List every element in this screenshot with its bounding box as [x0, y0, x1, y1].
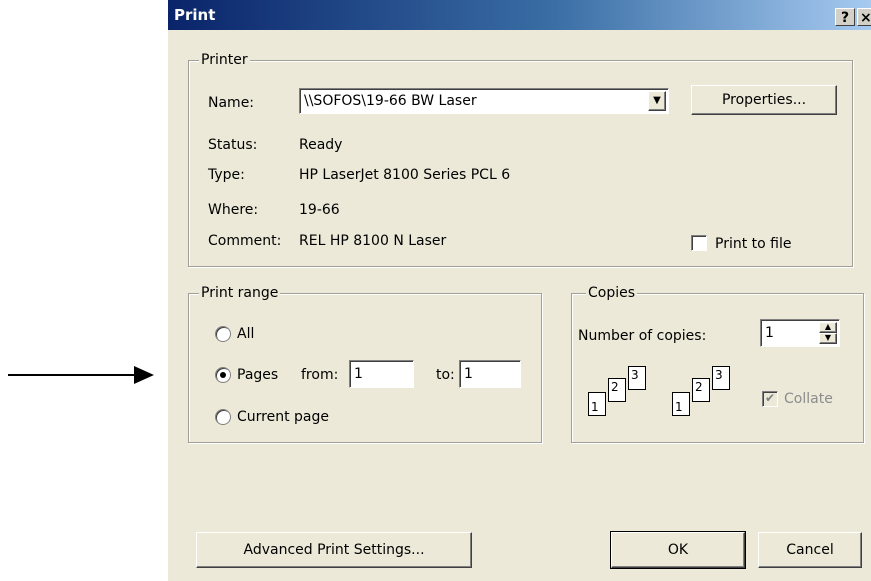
title-bar[interactable]: Print ? ×	[168, 0, 871, 30]
print-dialog: Print ? × Printer Name: \\SOFOS\19-66 BW…	[168, 0, 871, 581]
copies-group: Copies Number of copies: 1 ▲ ▼ 3 2 1 3 2…	[571, 285, 864, 443]
page-icon: 3	[712, 366, 730, 390]
printer-name-value: \\SOFOS\19-66 BW Laser	[304, 93, 477, 109]
current-page-radio[interactable]	[215, 409, 231, 425]
type-value: HP LaserJet 8100 Series PCL 6	[299, 167, 511, 183]
collate-label[interactable]: Collate	[784, 390, 833, 408]
status-label: Status:	[208, 137, 258, 153]
pages-radio[interactable]	[215, 367, 231, 383]
page-icon: 1	[672, 392, 690, 416]
page-icon: 1	[588, 392, 606, 416]
print-range-legend: Print range	[199, 285, 281, 301]
to-label: to:	[436, 367, 455, 383]
status-value: Ready	[299, 137, 343, 153]
copies-legend: Copies	[586, 285, 638, 301]
chevron-up-icon: ▲	[824, 322, 832, 331]
collate-stack-icon: 3 2 1	[670, 366, 740, 426]
printer-group: Printer Name: \\SOFOS\19-66 BW Laser ▼ P…	[188, 52, 853, 267]
printer-legend: Printer	[199, 52, 250, 68]
number-of-copies-label: Number of copies:	[578, 328, 707, 344]
printer-name-label: Name:	[208, 95, 255, 111]
printer-name-select[interactable]: \\SOFOS\19-66 BW Laser ▼	[299, 88, 669, 114]
where-value: 19-66	[299, 202, 340, 218]
annotation-arrow-head	[134, 366, 154, 384]
current-page-label[interactable]: Current page	[237, 408, 329, 426]
cancel-button[interactable]: Cancel	[758, 532, 862, 568]
print-range-group: Print range All Pages from: 1 to: 1 Curr…	[188, 285, 542, 443]
copies-down-button[interactable]: ▼	[819, 333, 837, 344]
collate-stack-icon: 3 2 1	[586, 366, 656, 426]
advanced-print-settings-button[interactable]: Advanced Print Settings...	[196, 532, 472, 568]
annotation-arrow-line	[8, 374, 136, 376]
to-input[interactable]: 1	[459, 360, 521, 388]
chevron-down-icon: ▼	[653, 95, 661, 106]
all-radio[interactable]	[215, 326, 231, 342]
window-title: Print	[174, 6, 216, 24]
print-to-file-checkbox[interactable]	[691, 235, 707, 251]
where-label: Where:	[208, 202, 259, 218]
type-label: Type:	[208, 167, 245, 183]
print-to-file-label[interactable]: Print to file	[715, 235, 791, 253]
close-button[interactable]: ×	[857, 8, 871, 26]
page-icon: 2	[692, 378, 710, 402]
copies-up-button[interactable]: ▲	[819, 322, 837, 333]
ok-button[interactable]: OK	[610, 531, 746, 569]
comment-value: REL HP 8100 N Laser	[299, 233, 447, 249]
from-input[interactable]: 1	[349, 360, 414, 388]
printer-dropdown-button[interactable]: ▼	[648, 91, 666, 111]
copies-spinner[interactable]: 1 ▲ ▼	[760, 319, 840, 347]
help-button[interactable]: ?	[835, 8, 855, 26]
all-label[interactable]: All	[237, 325, 254, 343]
from-label: from:	[301, 367, 339, 383]
properties-button[interactable]: Properties...	[691, 85, 837, 115]
page-icon: 2	[608, 378, 626, 402]
page-icon: 3	[628, 366, 646, 390]
chevron-down-icon: ▼	[824, 333, 832, 342]
checkmark-icon: ✔	[764, 391, 776, 405]
copies-value: 1	[765, 325, 774, 341]
comment-label: Comment:	[208, 233, 282, 249]
collate-checkbox[interactable]: ✔	[762, 391, 778, 407]
pages-label[interactable]: Pages	[237, 366, 278, 384]
